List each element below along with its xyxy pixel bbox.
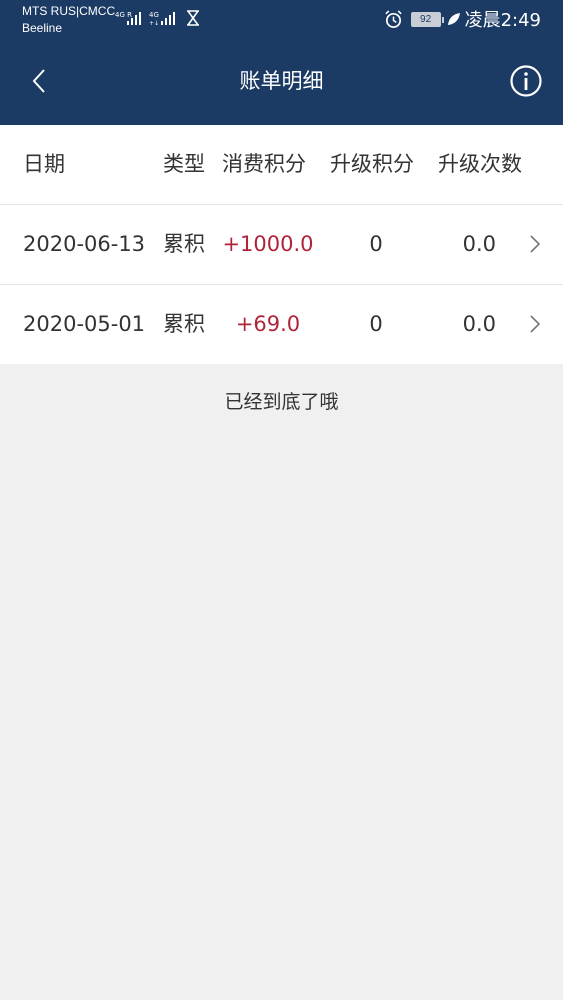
header-upgrade-points: 升级积分 xyxy=(330,152,414,176)
header-type: 类型 xyxy=(163,152,205,176)
chevron-right-icon[interactable] xyxy=(529,314,541,334)
carrier-line-1: MTS RUS|CMCC xyxy=(22,4,116,18)
row-spend-points: +1000.0 xyxy=(222,232,314,256)
header-spend-points: 消费积分 xyxy=(222,152,306,176)
status-right: 92 凌晨2:49 xyxy=(384,7,541,31)
signal-icon: 4G R 4G +↓ xyxy=(115,10,199,27)
header-upgrade-count: 升级次数 xyxy=(438,152,522,176)
alarm-clock-icon xyxy=(384,9,402,28)
row-upgrade-points: 0 xyxy=(369,312,383,336)
battery-indicator: 92 xyxy=(410,11,444,27)
leaf-icon xyxy=(447,13,460,25)
svg-text:+↓: +↓ xyxy=(149,20,159,27)
status-bar: MTS RUS|CMCC Beeline 4G R 4G +↓ 92 凌晨2:4… xyxy=(0,0,563,40)
row-spend-points: +69.0 xyxy=(235,312,301,336)
row-upgrade-points: 0 xyxy=(369,232,383,256)
app-header: MTS RUS|CMCC Beeline 4G R 4G +↓ 92 凌晨2:4… xyxy=(0,0,563,125)
row-date: 2020-05-01 xyxy=(23,312,146,336)
status-time: 凌晨2:49 xyxy=(464,10,541,31)
carrier-info: MTS RUS|CMCC Beeline xyxy=(22,3,115,37)
row-type: 累积 xyxy=(163,312,205,336)
hourglass-icon xyxy=(187,10,199,26)
table-row[interactable]: 2020-06-13 累积 +1000.0 0 0.0 xyxy=(0,205,563,285)
header-date: 日期 xyxy=(23,152,65,176)
nav-bar: 账单明细 xyxy=(0,40,563,125)
row-upgrade-count: 0.0 xyxy=(462,232,496,256)
end-of-list-note: 已经到底了哦 xyxy=(224,391,339,413)
chevron-right-icon[interactable] xyxy=(529,234,541,254)
bill-table: 日期 类型 消费积分 升级积分 升级次数 2020-06-13 累积 +1000… xyxy=(0,125,563,364)
table-header-row: 日期 类型 消费积分 升级积分 升级次数 xyxy=(0,125,563,205)
row-upgrade-count: 0.0 xyxy=(462,312,496,336)
table-row[interactable]: 2020-05-01 累积 +69.0 0 0.0 xyxy=(0,285,563,364)
svg-text:4G: 4G xyxy=(149,11,159,19)
row-date: 2020-06-13 xyxy=(23,232,146,256)
row-type: 累积 xyxy=(163,232,205,256)
page-title: 账单明细 xyxy=(239,69,324,93)
info-icon[interactable] xyxy=(509,64,543,98)
carrier-line-2: Beeline xyxy=(22,21,63,35)
svg-text:4G R: 4G R xyxy=(115,11,132,19)
